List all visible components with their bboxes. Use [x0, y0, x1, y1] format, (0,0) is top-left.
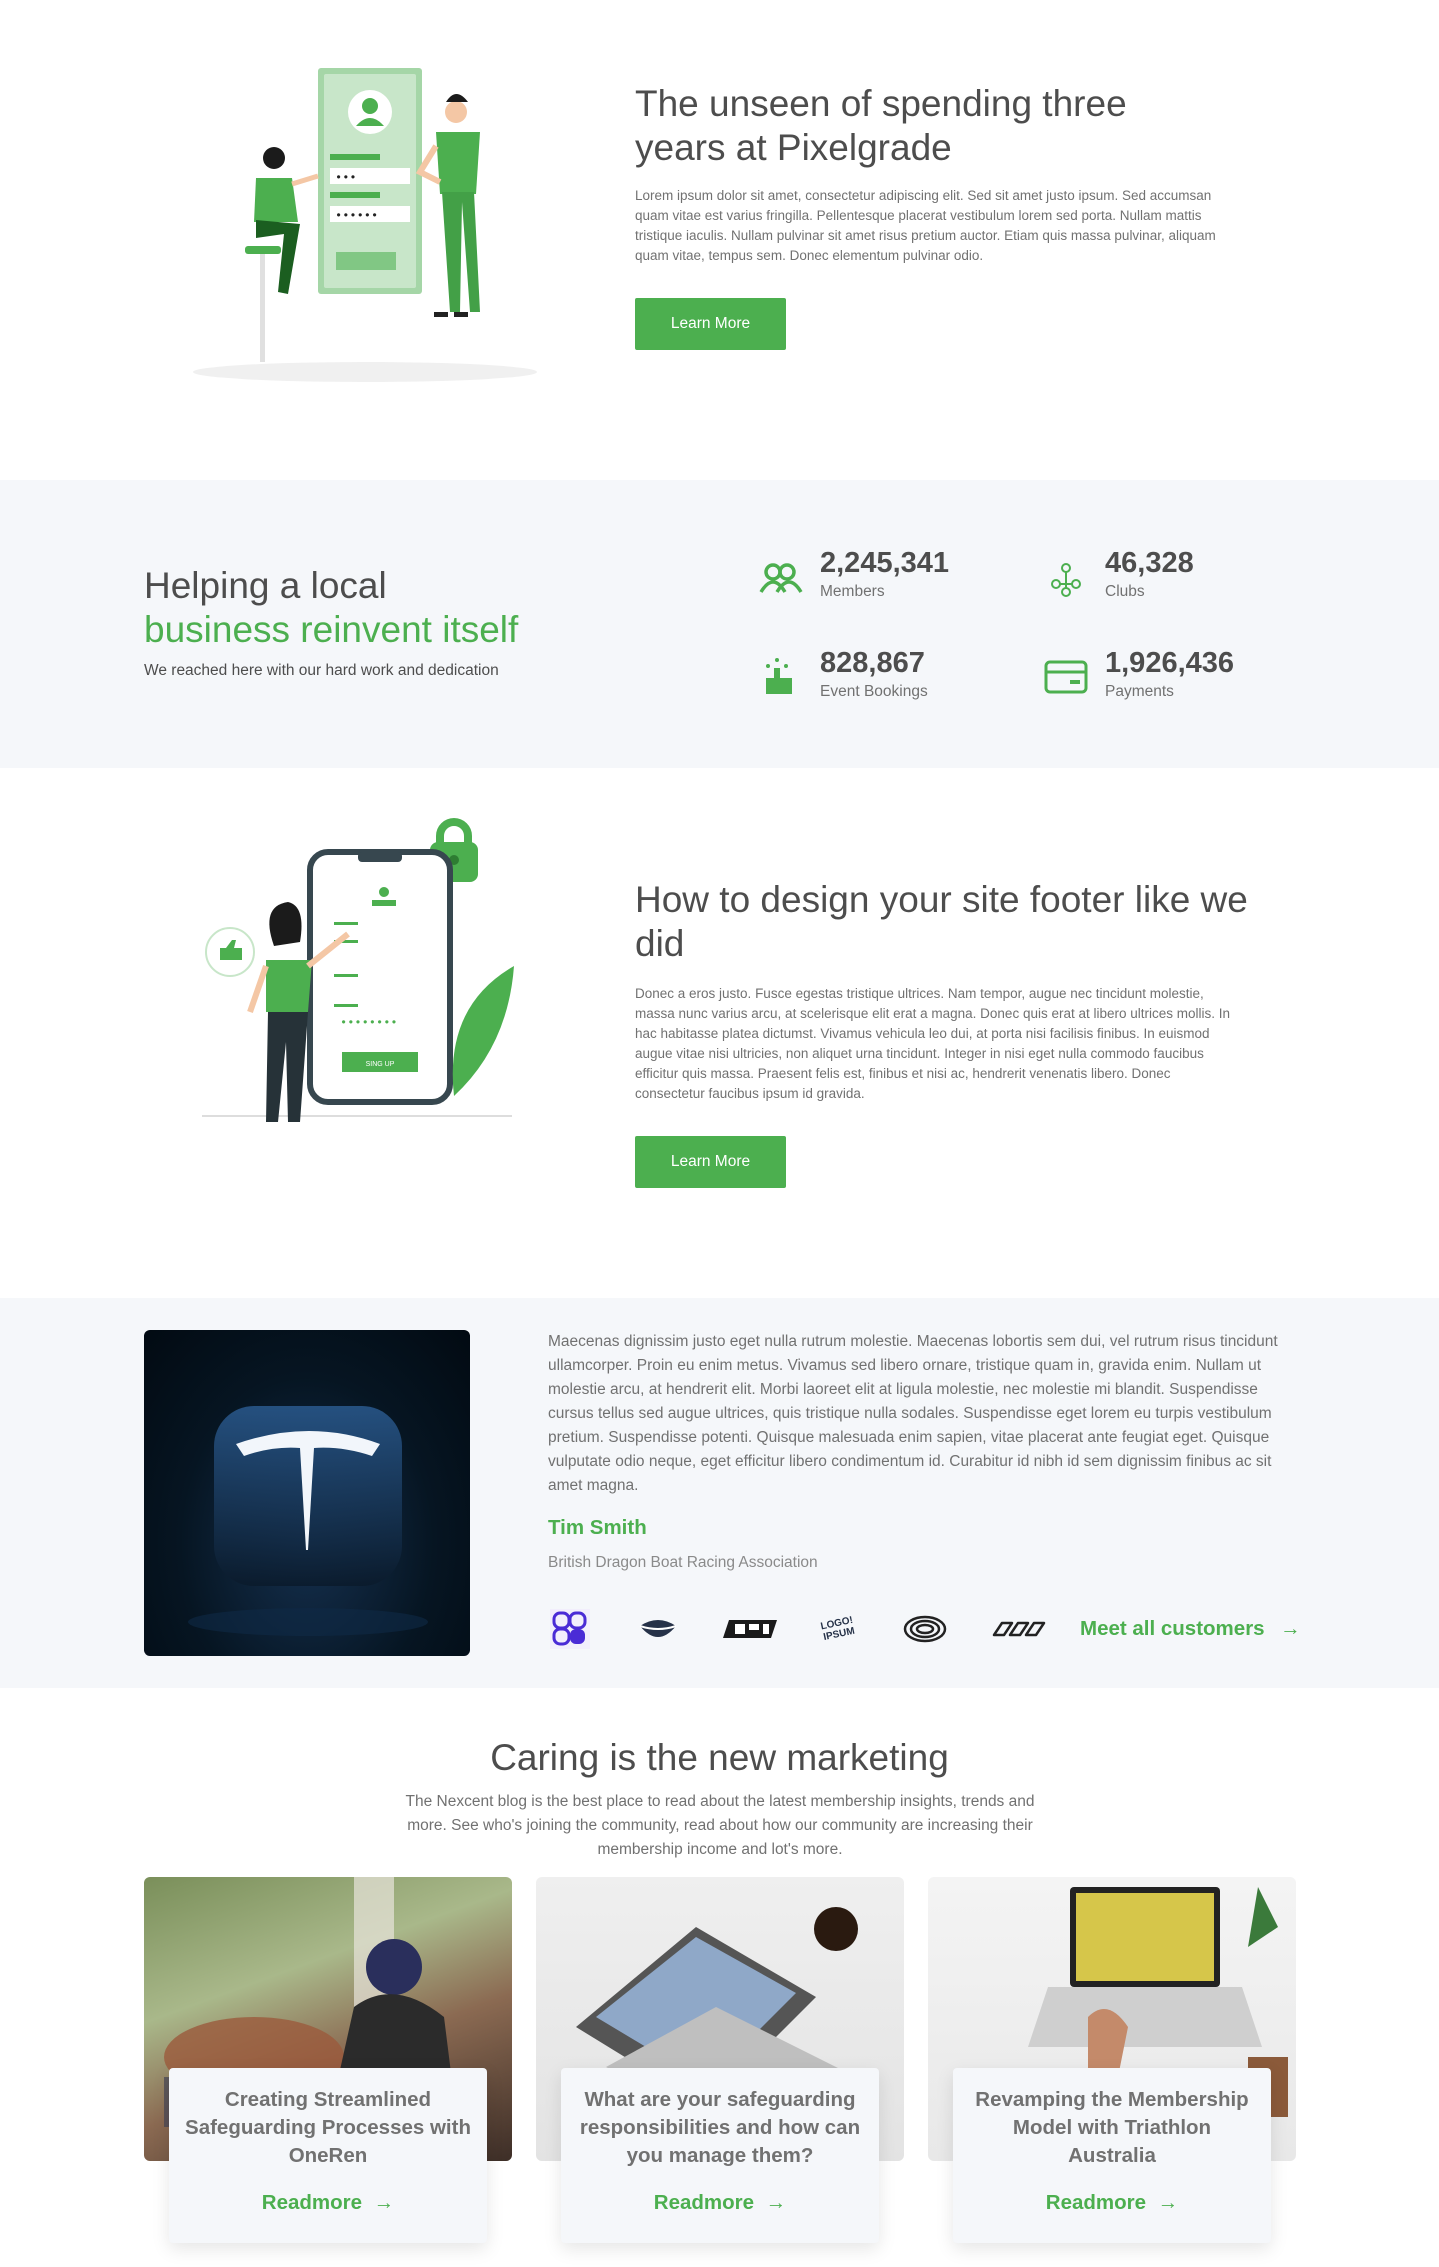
hero-body: Lorem ipsum dolor sit amet, consectetur …: [635, 188, 1216, 263]
blog-card-3[interactable]: Revamping the Membership Model with Tria…: [953, 2068, 1271, 2243]
blog-card-3-readmore-link[interactable]: Readmore →: [953, 2191, 1271, 2215]
blog-card-3-readmore-label: Readmore: [1045, 2191, 1147, 2214]
svg-text:••••••••: ••••••••: [340, 1016, 398, 1030]
blog-title: Caring is the new marketing: [490, 1737, 949, 1778]
meet-all-customers-link[interactable]: Meet all customers →: [1080, 1617, 1301, 1641]
phone-signup-label: SING UP: [366, 1061, 395, 1068]
footer-feature-title: How to design your site footer like we d…: [635, 879, 1248, 964]
footer-feature-section: •••••••• SING UP How to design your site…: [0, 768, 1439, 1298]
payments-icon: [1044, 660, 1088, 694]
tesla-logo-icon: [188, 1406, 428, 1636]
stat-events-label: Event Bookings: [820, 683, 928, 700]
stat-members-label: Members: [820, 583, 885, 600]
members-icon: [759, 563, 803, 593]
signup-illustration: •••••••• SING UP: [202, 818, 514, 1122]
stat-events-value: 828,867: [820, 647, 925, 679]
customer-logo-2[interactable]: [634, 1605, 682, 1653]
meet-all-customers-label: Meet all customers: [1080, 1617, 1265, 1640]
blog-intro: The Nexcent blog is the best place to re…: [405, 1793, 1035, 1858]
event-bookings-icon: [766, 658, 792, 694]
blog-card-1[interactable]: Creating Streamlined Safeguarding Proces…: [169, 2068, 487, 2243]
arrow-right-icon: →: [1280, 1617, 1301, 1640]
footer-feature-learn-more-button[interactable]: Learn More: [635, 1136, 786, 1188]
blog-card-2-readmore-label: Readmore: [653, 2191, 755, 2214]
customer-logo-4-text: LOGO! IPSUM: [819, 1614, 856, 1644]
stats-section: Helping a local business reinvent itself…: [0, 480, 1439, 768]
svg-text:•••: •••: [335, 171, 357, 185]
blog-card-3-title: Revamping the Membership Model with Tria…: [975, 2088, 1249, 2167]
stat-members-value: 2,245,341: [820, 547, 950, 579]
customer-logo-5-icon: [903, 1615, 947, 1643]
arrow-right-icon: →: [765, 2191, 787, 2214]
svg-text:••••••: ••••••: [335, 209, 378, 223]
hero-illustration: ••• ••••••: [193, 68, 537, 382]
arrow-right-icon: →: [373, 2191, 395, 2214]
stat-clubs-label: Clubs: [1105, 583, 1145, 600]
testimonial-name: Tim Smith: [548, 1516, 647, 1539]
hero-section: ••• •••••• The unseen of spending three …: [0, 0, 1439, 480]
clubs-icon: [1051, 563, 1081, 597]
customer-logo-6-icon: [992, 1621, 1046, 1637]
stats-subtext: We reached here with our hard work and d…: [144, 662, 499, 679]
stat-clubs-value: 46,328: [1105, 547, 1194, 579]
stats-heading-line2: business reinvent itself: [144, 609, 519, 650]
stats-heading: Helping a local business reinvent itself: [144, 564, 518, 652]
testimonial-image: [144, 1330, 470, 1656]
stat-payments-value: 1,926,436: [1105, 647, 1235, 679]
blog-card-2-title: What are your safeguarding responsibilit…: [579, 2088, 861, 2167]
customer-logo-3-icon: [723, 1620, 777, 1638]
blog-card-1-title: Creating Streamlined Safeguarding Proces…: [185, 2088, 471, 2167]
customer-logo-5[interactable]: [898, 1605, 952, 1653]
stats-heading-line1: Helping a local: [144, 565, 387, 606]
hero-learn-more-button[interactable]: Learn More: [635, 298, 786, 350]
blog-card-1-readmore-label: Readmore: [261, 2191, 363, 2214]
customer-logo-4[interactable]: LOGO! IPSUM: [810, 1605, 866, 1653]
customer-logo-2-icon: [639, 1620, 677, 1637]
footer-feature-body: Donec a eros justo. Fusce egestas tristi…: [635, 986, 1231, 1101]
arrow-right-icon: →: [1157, 2191, 1179, 2214]
customer-logo-3[interactable]: [722, 1605, 782, 1653]
testimonial-org: British Dragon Boat Racing Association: [548, 1554, 818, 1571]
blog-card-2-readmore-link[interactable]: Readmore →: [561, 2191, 879, 2215]
blog-card-1-readmore-link[interactable]: Readmore →: [169, 2191, 487, 2215]
customer-logo-6[interactable]: [988, 1605, 1048, 1653]
customer-logo-1-icon: [550, 1609, 590, 1649]
testimonial-quote: Maecenas dignissim justo eget nulla rutr…: [548, 1333, 1278, 1494]
customer-logo-1[interactable]: [546, 1605, 594, 1653]
hero-title: The unseen of spending three years at Pi…: [635, 83, 1127, 168]
stat-payments-label: Payments: [1105, 683, 1174, 700]
blog-card-2[interactable]: What are your safeguarding responsibilit…: [561, 2068, 879, 2243]
